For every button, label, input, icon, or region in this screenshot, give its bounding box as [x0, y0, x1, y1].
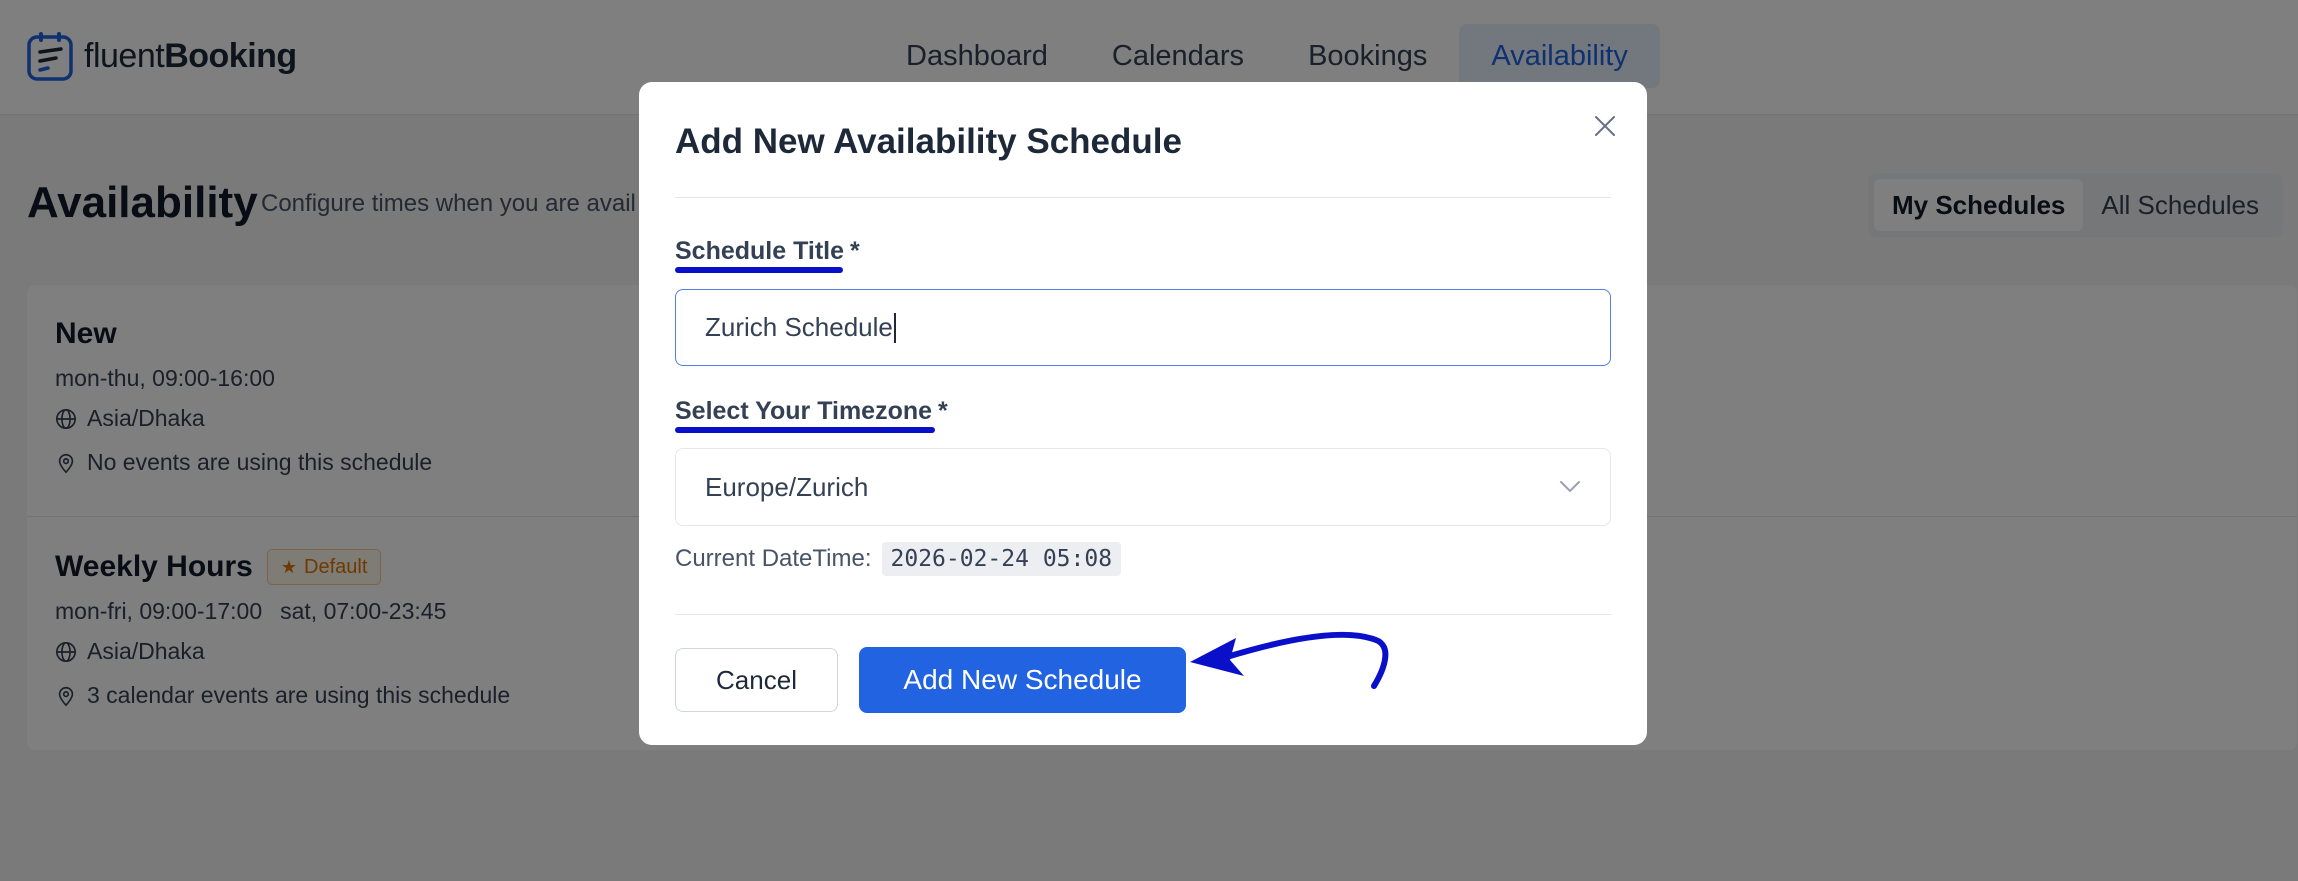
timezone-label: Select Your Timezone * [675, 397, 948, 426]
timezone-select[interactable]: Europe/Zurich [675, 448, 1611, 526]
schedule-title-value: Zurich Schedule [705, 312, 893, 342]
annotation-underline [675, 267, 843, 273]
modal-footer-divider [675, 614, 1611, 615]
timezone-selected-value: Europe/Zurich [705, 471, 869, 502]
add-new-schedule-button[interactable]: Add New Schedule [859, 647, 1186, 713]
modal-header-divider [675, 197, 1611, 198]
chevron-down-icon [1560, 481, 1580, 493]
cancel-button[interactable]: Cancel [675, 648, 838, 712]
schedule-title-input[interactable]: Zurich Schedule [675, 289, 1611, 366]
annotation-arrow-icon [1190, 631, 1389, 689]
close-button[interactable] [1587, 108, 1623, 144]
schedule-title-label: Schedule Title * [675, 237, 860, 266]
modal-title: Add New Availability Schedule [675, 122, 1182, 161]
current-datetime-label: Current DateTime: [675, 545, 872, 572]
current-datetime: Current DateTime: 2026-02-24 05:08 [675, 542, 1122, 576]
add-schedule-modal: Add New Availability Schedule Schedule T… [639, 82, 1647, 745]
text-caret [893, 312, 896, 343]
schedule-title-label-text: Schedule Title [675, 237, 845, 265]
required-mark: * [938, 397, 948, 425]
required-mark: * [850, 237, 860, 265]
close-icon [1595, 116, 1615, 136]
annotation-underline [675, 427, 935, 433]
timezone-label-text: Select Your Timezone [675, 397, 933, 425]
current-datetime-value: 2026-02-24 05:08 [881, 542, 1122, 576]
